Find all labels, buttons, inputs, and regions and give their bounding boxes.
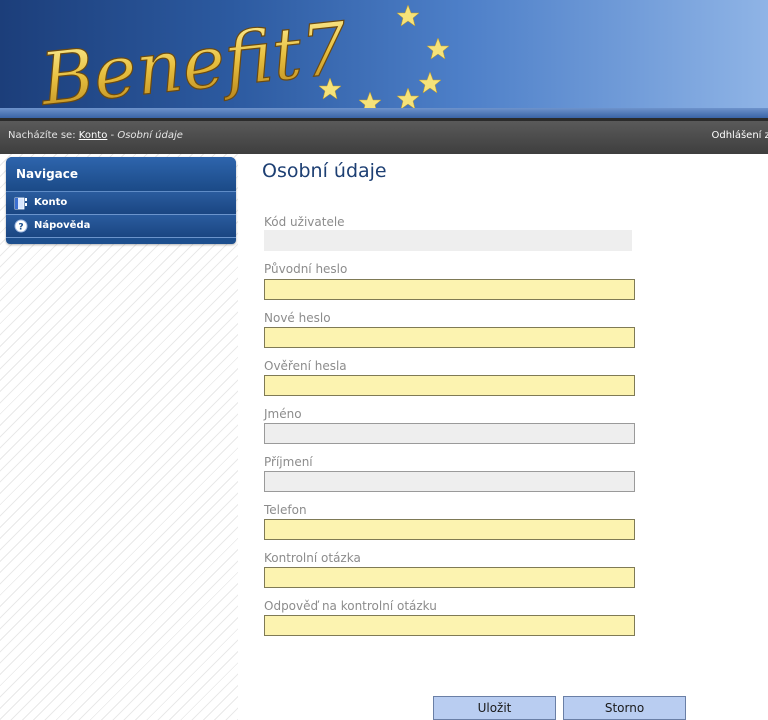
breadcrumb: Nacházíte se: Konto - Osobní údaje xyxy=(8,130,183,141)
sidebar-item-napoveda[interactable]: ? Nápověda xyxy=(6,215,236,238)
navigation-panel: Navigace Konto ? Nápověda xyxy=(6,157,236,244)
user-code-field xyxy=(264,230,632,251)
security-question-label: Kontrolní otázka xyxy=(264,551,361,565)
breadcrumb-bar: Nacházíte se: Konto - Osobní údaje Odhlá… xyxy=(0,118,768,154)
new-password-input[interactable] xyxy=(264,327,635,348)
security-answer-label: Odpověď na kontrolní otázku xyxy=(264,599,437,613)
breadcrumb-prefix: Nacházíte se: xyxy=(8,130,76,141)
banner-strip xyxy=(0,108,768,118)
breadcrumb-separator: - xyxy=(110,130,115,141)
svg-text:?: ? xyxy=(18,223,23,233)
svg-text:Benefit7: Benefit7 xyxy=(35,6,352,118)
last-name-input xyxy=(264,471,635,492)
confirm-password-label: Ověření hesla xyxy=(264,359,347,373)
phone-label: Telefon xyxy=(264,503,307,517)
help-icon: ? xyxy=(14,219,28,233)
security-question-input[interactable] xyxy=(264,567,635,588)
sidebar-item-label: Konto xyxy=(34,197,68,208)
breadcrumb-link-konto[interactable]: Konto xyxy=(79,130,108,141)
last-name-label: Příjmení xyxy=(264,455,313,469)
old-password-label: Původní heslo xyxy=(264,262,348,276)
first-name-input xyxy=(264,423,635,444)
book-icon xyxy=(14,197,27,210)
sidebar-item-konto[interactable]: Konto xyxy=(6,192,236,215)
logout-link[interactable]: Odhlášení za xyxy=(712,130,768,141)
sidebar-item-label: Nápověda xyxy=(34,220,91,231)
user-code-label: Kód uživatele xyxy=(264,215,345,229)
confirm-password-input[interactable] xyxy=(264,375,635,396)
page-title: Osobní údaje xyxy=(262,160,387,182)
header-banner: Benefit7 xyxy=(0,0,768,118)
security-answer-input[interactable] xyxy=(264,615,635,636)
save-button[interactable]: Uložit xyxy=(433,696,556,720)
breadcrumb-current: Osobní údaje xyxy=(117,130,183,141)
benefit7-logo: Benefit7 xyxy=(34,4,450,118)
cancel-button[interactable]: Storno xyxy=(563,696,686,720)
phone-input[interactable] xyxy=(264,519,635,540)
old-password-input[interactable] xyxy=(264,279,635,300)
new-password-label: Nové heslo xyxy=(264,311,331,325)
navigation-title: Navigace xyxy=(6,157,236,192)
first-name-label: Jméno xyxy=(264,407,302,421)
